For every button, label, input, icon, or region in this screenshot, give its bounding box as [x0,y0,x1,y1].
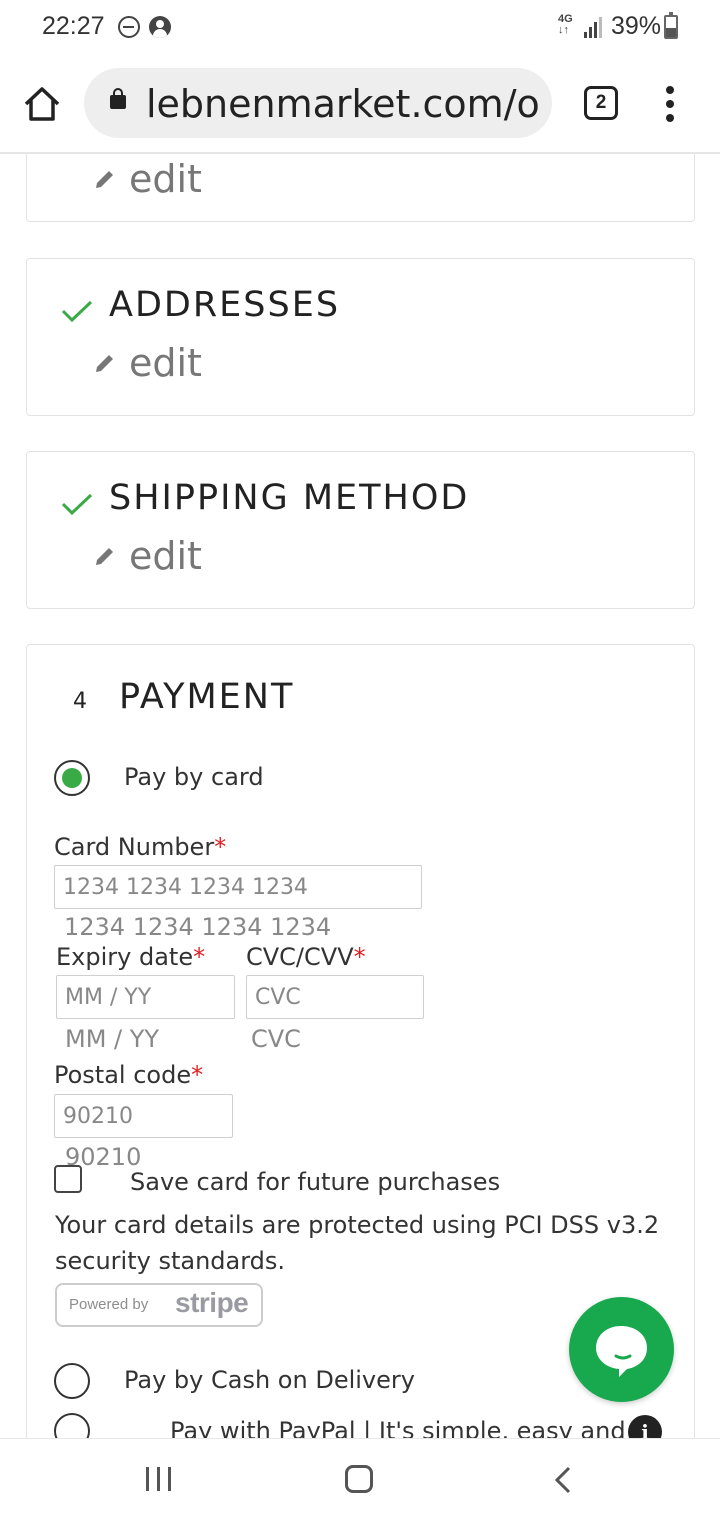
edit-label: edit [129,534,202,578]
chat-bubble-icon [596,1326,647,1377]
checkout-step-personal: edit [26,154,695,222]
step-number: 4 [73,689,87,714]
pay-by-card-radio[interactable] [54,760,90,796]
url-bar[interactable]: lebnenmarket.com/o [84,68,552,138]
checkout-step-addresses: ADDRESSES edit [26,258,695,416]
paypal-radio[interactable] [54,1413,90,1438]
home-button-icon[interactable] [345,1465,373,1493]
data-arrows-icon: ↓↑ [558,24,569,36]
expiry-hint: MM / YY [65,1025,160,1053]
checkout-content: edit ADDRESSES edit SHIPPING METHOD edit… [0,154,720,1438]
edit-label: edit [129,341,202,385]
edit-link[interactable]: edit [93,534,202,578]
home-icon[interactable] [22,84,62,124]
url-text[interactable]: lebnenmarket.com/o [146,82,540,126]
cash-on-delivery-radio[interactable] [54,1363,90,1399]
pencil-icon [96,171,113,188]
cvc-input[interactable] [246,975,424,1019]
chat-button[interactable] [569,1297,674,1402]
powered-by-stripe-badge[interactable]: Powered by stripe [55,1283,263,1327]
signal-icon [582,16,604,38]
postal-code-input[interactable] [54,1094,233,1138]
network-type-label: 4G ↓↑ [558,14,573,36]
back-icon[interactable] [552,1465,574,1495]
pay-by-card-label: Pay by card [124,763,264,791]
tab-switcher-button[interactable]: 2 [584,86,618,120]
cvc-hint: CVC [251,1025,301,1053]
recent-apps-icon[interactable] [146,1467,172,1491]
status-time: 22:27 [42,12,105,40]
postal-code-label: Postal code* [54,1061,204,1089]
edit-link[interactable]: edit [93,341,202,385]
card-number-input[interactable] [54,865,422,909]
card-number-label: Card Number* [54,833,227,861]
info-icon[interactable]: i [628,1415,662,1438]
step-title: ADDRESSES [109,285,341,325]
check-icon [61,493,93,516]
do-not-disturb-icon [118,16,140,38]
expiry-input[interactable] [56,975,235,1019]
account-icon [149,16,171,38]
step-title: PAYMENT [119,677,295,717]
more-menu-icon[interactable] [662,86,678,122]
check-icon [61,300,93,323]
card-number-hint: 1234 1234 1234 1234 [64,913,332,941]
pencil-icon [96,548,113,565]
expiry-label: Expiry date* [56,943,206,971]
save-card-checkbox[interactable] [54,1165,82,1193]
edit-link[interactable]: edit [93,157,202,201]
save-card-label: Save card for future purchases [130,1168,501,1196]
lock-icon [110,88,126,109]
security-note: Your card details are protected using PC… [55,1211,660,1275]
battery-icon [664,12,678,39]
system-nav-bar [0,1438,720,1520]
pencil-icon [96,355,113,372]
powered-by-text: Powered by [69,1296,149,1313]
cash-on-delivery-label: Pay by Cash on Delivery [124,1366,415,1394]
battery-percent: 39% [611,12,662,40]
paypal-label: Pay with PayPal | It's simple, easy and [170,1417,626,1438]
step-title: SHIPPING METHOD [109,478,470,518]
status-bar: 22:27 4G ↓↑ 39% [0,0,720,56]
browser-toolbar: lebnenmarket.com/o 2 [0,56,720,154]
checkout-step-shipping: SHIPPING METHOD edit [26,451,695,609]
stripe-logo: stripe [175,1287,249,1318]
cvc-label: CVC/CVV* [246,943,366,971]
edit-label: edit [129,157,202,201]
